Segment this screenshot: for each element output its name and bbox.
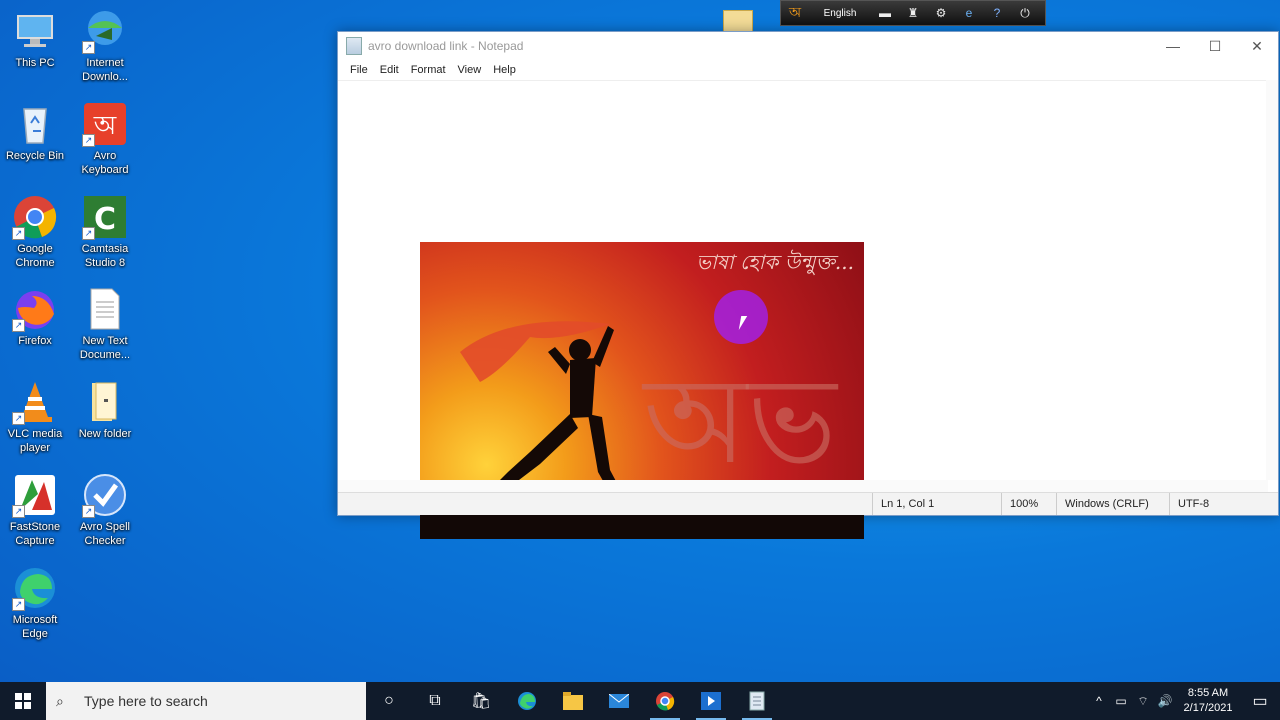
status-bar: Ln 1, Col 1 100% Windows (CRLF) UTF-8: [338, 492, 1278, 515]
desktop-icon-internet-download-manager[interactable]: ↗ Internet Downlo...: [70, 8, 140, 84]
maximize-button[interactable]: ☐: [1194, 32, 1236, 60]
store-icon[interactable]: 🛍: [458, 682, 504, 720]
desktop-icon-label: Avro Spell Checker: [80, 521, 130, 547]
desktop-icon-label: VLC media player: [7, 428, 63, 454]
vlc-icon: ↗: [12, 379, 58, 425]
power-icon[interactable]: ⏻: [1011, 1, 1039, 25]
language-toggle[interactable]: English: [809, 8, 871, 19]
window-title: avro download link - Notepad: [368, 39, 524, 53]
start-button[interactable]: [0, 682, 46, 720]
keyboard-layout-icon[interactable]: ▬: [871, 1, 899, 25]
notepad-icon: [346, 37, 362, 55]
desktop-icon-avro-keyboard[interactable]: অ ↗ Avro Keyboard: [70, 101, 140, 177]
avro-icon: অ ↗: [82, 101, 128, 147]
desktop-icon-label: New folder: [78, 428, 132, 440]
desktop-icon-vlc[interactable]: ↗ VLC media player: [0, 379, 70, 455]
notepad-window: avro download link - Notepad — ☐ ✕ File …: [337, 31, 1279, 539]
camtasia-icon: C ↗: [82, 194, 128, 240]
close-button[interactable]: ✕: [1236, 32, 1278, 60]
media-icon[interactable]: [688, 682, 734, 720]
menu-view[interactable]: View: [452, 64, 488, 76]
desktop-icon-google-chrome[interactable]: ↗ Google Chrome: [0, 194, 70, 270]
desktop-icon-this-pc[interactable]: This PC: [0, 8, 70, 70]
avro-toolbar: অ English ▬ ♜ ⚙ e ? ⏻: [780, 0, 1046, 26]
help-icon[interactable]: ?: [983, 1, 1011, 25]
search-placeholder: Type here to search: [84, 693, 208, 709]
notification-icon[interactable]: ▭: [1240, 691, 1280, 711]
desktop-icon-microsoft-edge[interactable]: ↗ Microsoft Edge: [0, 565, 70, 641]
desktop-icon-label: Recycle Bin: [5, 150, 65, 162]
download-manager-icon: ↗: [82, 8, 128, 54]
notepad-icon[interactable]: [734, 682, 780, 720]
title-bar[interactable]: avro download link - Notepad — ☐ ✕: [338, 32, 1278, 60]
desktop-icon-label: New Text Docume...: [79, 335, 131, 361]
desktop-icon-label: Firefox: [18, 335, 52, 347]
chevron-up-icon[interactable]: ^: [1088, 694, 1110, 708]
volume-icon[interactable]: 🔊: [1154, 694, 1176, 708]
encoding: UTF-8: [1169, 493, 1278, 515]
firefox-icon: ↗: [12, 286, 58, 332]
zoom-level: 100%: [1001, 493, 1056, 515]
cursor-position: Ln 1, Col 1: [872, 493, 1001, 515]
line-ending: Windows (CRLF): [1056, 493, 1169, 515]
clock-time: 8:55 AM: [1187, 687, 1229, 699]
search-icon: ⌕: [56, 692, 64, 709]
desktop-icon-label: FastStone Capture: [9, 521, 61, 547]
recycle-bin-icon: [12, 101, 58, 147]
desktop-icon-label: Internet Downlo...: [82, 57, 128, 83]
chrome-icon[interactable]: [642, 682, 688, 720]
svg-text:C: C: [94, 202, 116, 237]
text-editor-area[interactable]: অভ ভাষা হোক উন্মুক্ত...: [338, 80, 1268, 539]
splash-letters: অভ: [641, 352, 838, 491]
desktop-icon-faststone-capture[interactable]: ↗ FastStone Capture: [0, 472, 70, 548]
clock[interactable]: 8:55 AM 2/17/2021: [1176, 686, 1240, 716]
desktop-icon-label: Microsoft Edge: [12, 614, 58, 640]
vertical-scrollbar[interactable]: [1266, 80, 1278, 480]
splash-tagline: ভাষা হোক উন্মুক্ত...: [696, 250, 854, 274]
settings-icon[interactable]: ⚙: [927, 1, 955, 25]
taskbar: ⌕ Type here to search ○ ⧉ 🛍 ^ ▭ ⌔ 🔊 8:55…: [0, 682, 1280, 720]
faststone-icon: ↗: [12, 472, 58, 518]
battery-icon[interactable]: ▭: [1110, 694, 1132, 708]
desktop-icon-avro-spell-checker[interactable]: ↗ Avro Spell Checker: [70, 472, 140, 548]
mouse-icon[interactable]: ♜: [899, 1, 927, 25]
desktop-icon-firefox[interactable]: ↗ Firefox: [0, 286, 70, 348]
desktop-icon-new-text-document[interactable]: New Text Docume...: [70, 286, 140, 362]
desktop-icon-label: Camtasia Studio 8: [81, 243, 129, 269]
menu-edit[interactable]: Edit: [374, 64, 405, 76]
menu-file[interactable]: File: [344, 64, 374, 76]
menu-format[interactable]: Format: [405, 64, 452, 76]
desktop-icon-recycle-bin[interactable]: Recycle Bin: [0, 101, 70, 163]
task-view-icon[interactable]: ⧉: [412, 682, 458, 720]
menu-help[interactable]: Help: [487, 64, 522, 76]
desktop-icon-label: Avro Keyboard: [81, 150, 129, 176]
web-icon[interactable]: e: [955, 1, 983, 25]
chrome-icon: ↗: [12, 194, 58, 240]
desktop-icon-camtasia[interactable]: C ↗ Camtasia Studio 8: [70, 194, 140, 270]
menu-bar: File Edit Format View Help: [338, 60, 1278, 80]
avro-logo-icon[interactable]: অ: [781, 1, 809, 25]
spell-checker-icon: ↗: [82, 472, 128, 518]
minimize-button[interactable]: —: [1152, 32, 1194, 60]
computer-icon: [12, 8, 58, 54]
system-tray: ^ ▭ ⌔ 🔊 8:55 AM 2/17/2021 ▭: [1088, 682, 1280, 720]
windows-logo-icon: [15, 693, 31, 709]
edge-icon: ↗: [12, 565, 58, 611]
edge-icon[interactable]: [504, 682, 550, 720]
text-document-icon: [82, 286, 128, 332]
desktop-icon-new-folder[interactable]: New folder: [70, 379, 140, 441]
network-icon[interactable]: ⌔: [1132, 694, 1154, 709]
mail-icon[interactable]: [596, 682, 642, 720]
svg-text:অ: অ: [93, 111, 117, 141]
desktop-icon-label: Google Chrome: [15, 243, 55, 269]
desktop-icon-label: This PC: [15, 57, 55, 69]
folder-icon: [82, 379, 128, 425]
taskbar-search-box[interactable]: ⌕ Type here to search: [46, 682, 366, 720]
file-explorer-icon[interactable]: [550, 682, 596, 720]
clock-date: 2/17/2021: [1183, 702, 1233, 714]
cortana-icon[interactable]: ○: [366, 682, 412, 720]
